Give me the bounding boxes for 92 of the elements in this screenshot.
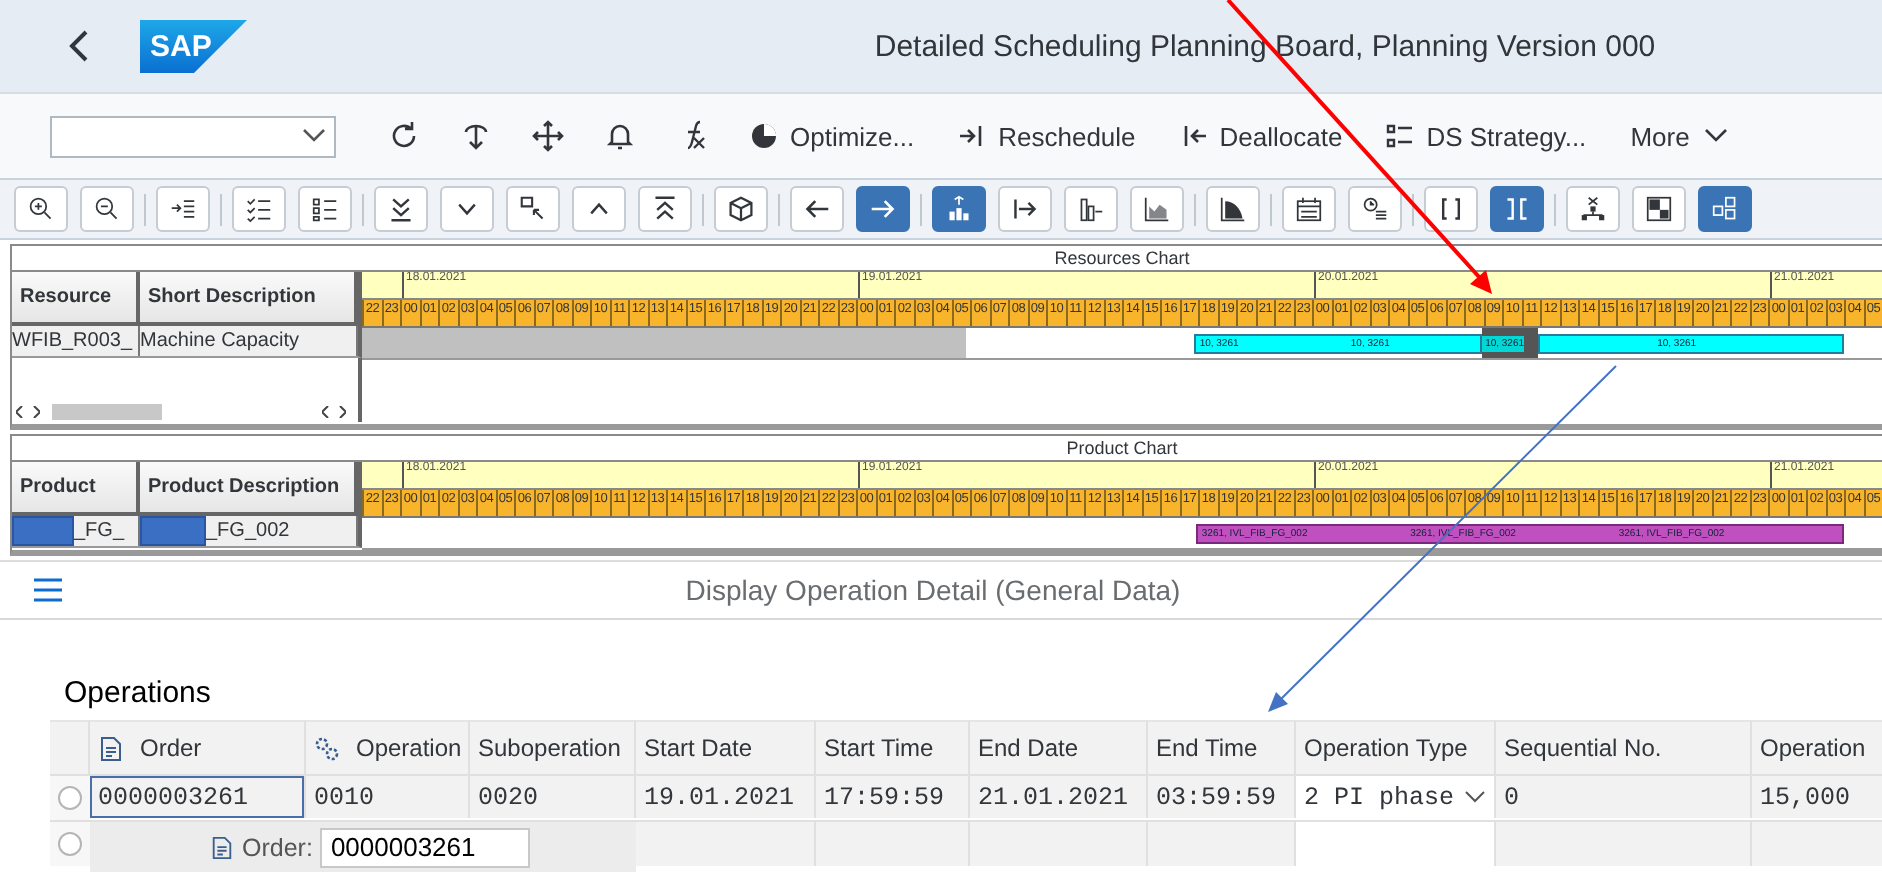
table-cell: _FG_002 — [206, 520, 290, 542]
toolbar-button[interactable] — [14, 186, 68, 232]
toolbar-button[interactable] — [298, 186, 352, 232]
clock-list-icon — [1362, 194, 1388, 224]
toolbar-button[interactable]: Reschedule — [940, 108, 1154, 164]
table-cell: _FG_ — [74, 520, 125, 542]
tree-icon — [1580, 194, 1606, 224]
menu-icon[interactable] — [32, 576, 64, 604]
refresh-icon — [388, 120, 420, 152]
move-arrows-icon — [532, 120, 564, 152]
toolbar-button[interactable] — [506, 186, 560, 232]
double-chevron-down-icon — [388, 194, 414, 224]
bars-icon — [1078, 194, 1104, 224]
order-field[interactable]: 0000003261 — [320, 827, 531, 867]
toolbar-button[interactable] — [1282, 186, 1336, 232]
toolbar-button[interactable] — [156, 186, 210, 232]
panel-title: Display Operation Detail (General Data) — [683, 574, 1183, 606]
arrow-right-icon — [870, 194, 896, 224]
arrow-down-icon — [460, 120, 492, 152]
checklist-icon — [246, 194, 272, 224]
column-header[interactable]: Product — [12, 462, 140, 516]
arrow-to-bar-icon — [1012, 194, 1038, 224]
bell-icon — [604, 120, 636, 152]
window-title: Detailed Scheduling Planning Board, Planning Version 000 — [872, 29, 1658, 63]
scroll-arrows-icon[interactable] — [16, 406, 40, 418]
list-icon — [312, 194, 338, 224]
chevron-down-icon — [1464, 790, 1486, 804]
toolbar-button[interactable]: DS Strategy... — [1368, 108, 1605, 164]
table-cell: 17:59:59 — [816, 774, 970, 818]
toolbar-button[interactable] — [1064, 186, 1118, 232]
row-radio[interactable] — [58, 786, 82, 810]
table-cell: 19.01.2021 — [636, 774, 816, 818]
document-icon — [210, 835, 234, 859]
table-cell: 21.01.2021 — [970, 774, 1148, 818]
zoom-out-icon — [94, 194, 120, 224]
curve-chart-icon — [1220, 194, 1246, 224]
toolbar-button[interactable] — [1206, 186, 1260, 232]
table-cell: 0 — [1496, 774, 1752, 818]
table-cell: 0000003261 — [90, 774, 306, 818]
table-cell: WFIB_R003_ — [12, 330, 133, 352]
toolbar-button[interactable] — [790, 186, 844, 232]
table-cell: Machine Capacity — [140, 330, 299, 352]
cube-icon — [728, 194, 754, 224]
toolbar-button[interactable] — [1566, 186, 1620, 232]
grid-icon — [1712, 194, 1738, 224]
double-chevron-up-icon — [652, 194, 678, 224]
arrow-left-icon — [804, 194, 830, 224]
table-cell: 15,000 — [1752, 774, 1882, 818]
table-cell — [1752, 820, 1882, 866]
column-header[interactable]: Resource — [12, 272, 140, 326]
toolbar-button[interactable] — [638, 186, 692, 232]
table-cell: 03:59:59 — [1148, 774, 1296, 818]
document-icon — [98, 735, 124, 761]
toolbar-button[interactable]: Optimize... — [732, 108, 933, 164]
bar-chart-icon — [946, 194, 972, 224]
squares-icon — [1646, 194, 1672, 224]
area-chart-icon — [1144, 194, 1170, 224]
toolbar-button[interactable] — [232, 186, 286, 232]
horizontal-scrollbar[interactable] — [12, 402, 362, 422]
gears-icon — [314, 735, 340, 761]
calendar-icon — [1296, 194, 1322, 224]
chevron-down-icon — [302, 128, 326, 144]
dropdown-field[interactable] — [50, 115, 336, 157]
toolbar-button[interactable]: More — [1612, 108, 1748, 164]
reverse-brackets-icon — [1504, 194, 1530, 224]
toolbar-button[interactable] — [80, 186, 134, 232]
table-cell: 0010 — [306, 774, 470, 818]
section-title: Operations — [64, 676, 213, 710]
scrollbar-thumb[interactable] — [52, 404, 162, 420]
arrow-left-bar-icon — [1179, 122, 1208, 150]
table-cell: 0020 — [470, 774, 636, 818]
toolbar-button[interactable]: Deallocate — [1161, 108, 1361, 164]
scroll-arrows-icon[interactable] — [322, 406, 346, 418]
arrow-to-bar-icon — [958, 122, 987, 150]
zoom-in-icon — [28, 194, 54, 224]
row-radio[interactable] — [58, 832, 82, 856]
corner-arrow-icon — [520, 194, 546, 224]
toolbar-button[interactable] — [998, 186, 1052, 232]
pie-icon — [750, 122, 778, 150]
field-label: Order: — [242, 833, 313, 861]
indent-list-icon — [170, 194, 196, 224]
dropdown-field[interactable]: 2 PI phase — [1296, 774, 1496, 818]
toolbar-button[interactable] — [1348, 186, 1402, 232]
logo: SAP — [140, 19, 248, 73]
toolbar-button[interactable] — [374, 186, 428, 232]
toolbar-button[interactable] — [714, 186, 768, 232]
column-header[interactable]: Short Description — [140, 272, 358, 326]
list-icon — [1386, 122, 1415, 150]
toolbar-button[interactable] — [1424, 186, 1478, 232]
brackets-icon — [1438, 194, 1464, 224]
column-header[interactable]: Product Description — [140, 462, 358, 516]
toolbar-button[interactable] — [1632, 186, 1686, 232]
